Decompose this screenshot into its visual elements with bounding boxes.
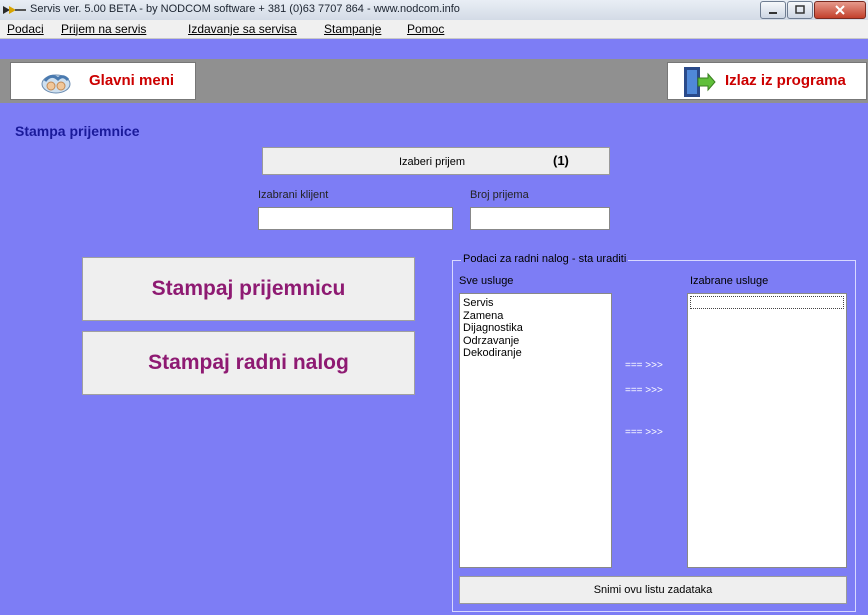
print-work-order-button[interactable]: Stampaj radni nalog (82, 331, 415, 395)
focus-row (690, 296, 844, 309)
close-button[interactable] (814, 1, 866, 19)
selected-services-label: Izabrane usluge (690, 275, 769, 287)
main-menu-label: Glavni meni (89, 72, 175, 89)
select-receipt-count: (1) (553, 153, 569, 168)
menu-prijem-na-servis[interactable]: Prijem na servis (61, 22, 146, 36)
selected-services-list[interactable] (687, 293, 847, 568)
list-item[interactable]: Servis (460, 297, 611, 310)
menu-bar: Podaci Prijem na servis Izdavanje sa ser… (0, 20, 868, 39)
handshake-icon (41, 74, 71, 94)
receipt-number-label: Broj prijema (470, 189, 529, 201)
menu-izdavanje-sa-servisa[interactable]: Izdavanje sa servisa (188, 22, 297, 36)
menu-podaci[interactable]: Podaci (7, 22, 44, 36)
close-icon (835, 5, 845, 15)
all-services-rows: Servis Zamena Dijagnostika Odrzavanje De… (460, 294, 611, 360)
select-receipt-label: Izaberi prijem (399, 156, 466, 168)
all-services-label: Sve usluge (459, 275, 514, 287)
exit-label: Izlaz iz programa (725, 72, 846, 89)
main-menu-button[interactable]: Glavni meni (10, 62, 196, 100)
list-item[interactable]: Dijagnostika (460, 322, 611, 335)
all-services-list[interactable]: Servis Zamena Dijagnostika Odrzavanje De… (459, 293, 612, 568)
save-task-list-button[interactable]: Snimi ovu listu zadataka (459, 576, 847, 604)
app-icon (3, 6, 26, 14)
receipt-number-field[interactable] (470, 207, 610, 230)
list-item[interactable]: Odrzavanje (460, 335, 611, 348)
maximize-icon (795, 5, 805, 14)
select-receipt-button[interactable]: Izaberi prijem (1) (262, 147, 610, 175)
selected-client-field[interactable] (258, 207, 453, 230)
save-task-list-label: Snimi ovu listu zadataka (593, 584, 713, 596)
print-receipt-button[interactable]: Stampaj prijemnicu (82, 257, 415, 321)
list-item[interactable]: Dekodiranje (460, 347, 611, 360)
add-service-arrow[interactable]: === >>> (625, 360, 663, 371)
work-order-group-title: Podaci za radni nalog - sta uraditi (461, 253, 629, 265)
window-title: Servis ver. 5.00 BETA - by NODCOM softwa… (30, 3, 460, 15)
minimize-button[interactable] (760, 1, 786, 19)
add-service-arrow[interactable]: === >>> (625, 427, 663, 438)
page-title: Stampa prijemnice (15, 123, 140, 139)
menu-stampanje[interactable]: Stampanje (324, 22, 381, 36)
add-service-arrow[interactable]: === >>> (625, 385, 663, 396)
selected-client-label: Izabrani klijent (258, 189, 329, 201)
minimize-icon (769, 12, 777, 14)
menu-pomoc[interactable]: Pomoc (407, 22, 444, 36)
list-item[interactable]: Zamena (460, 310, 611, 323)
exit-door-icon (684, 67, 716, 97)
maximize-button[interactable] (787, 1, 813, 19)
exit-button[interactable]: Izlaz iz programa (667, 62, 867, 100)
